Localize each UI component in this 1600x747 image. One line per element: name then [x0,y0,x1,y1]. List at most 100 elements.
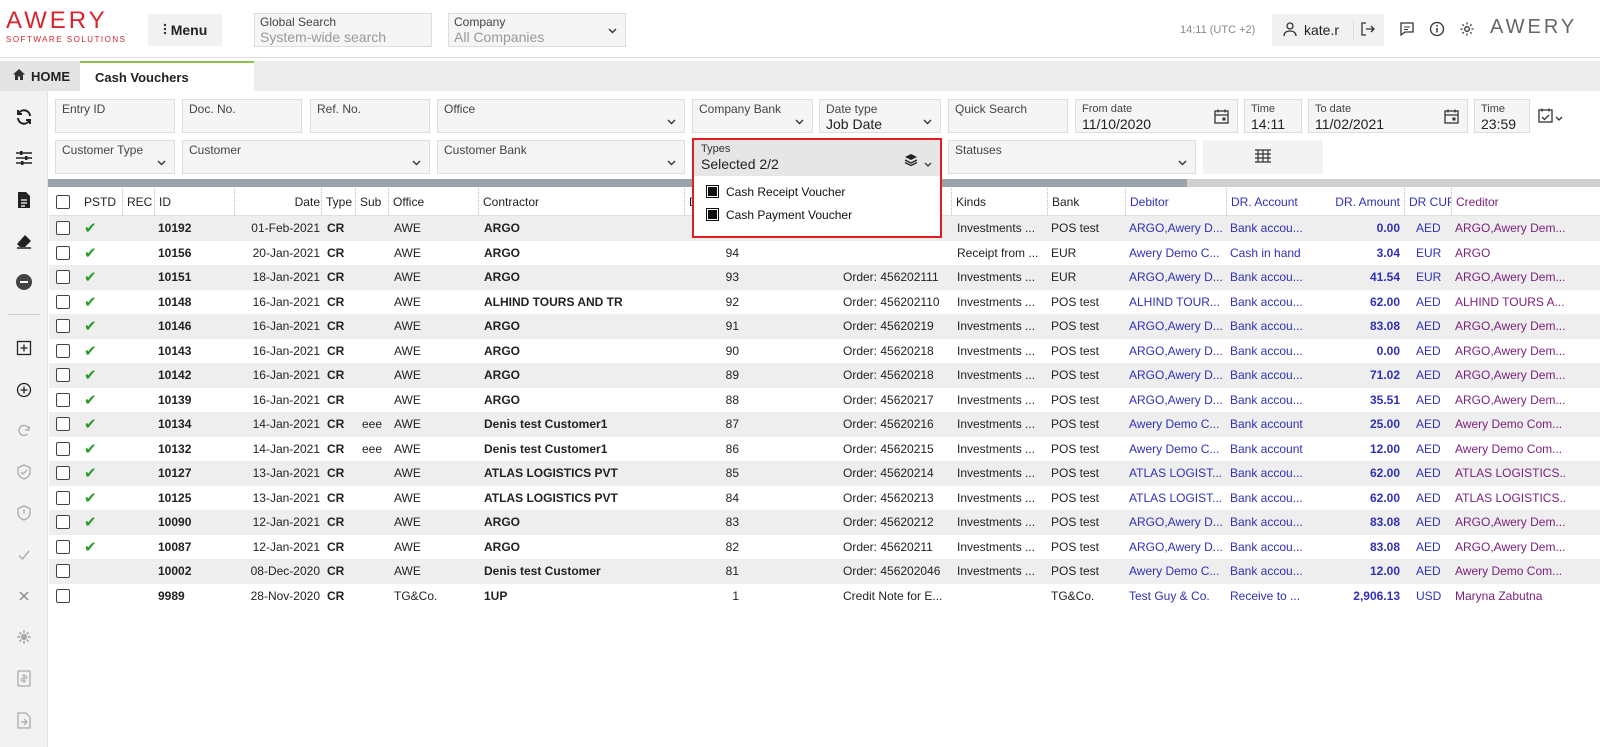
table-row[interactable]: ✔ 10142 16-Jan-2021 CR AWE ARGO 89 Order: 45620… [49,363,1600,388]
company-bank-select[interactable]: Company Bank [692,99,813,133]
shield-off-icon[interactable] [12,501,36,525]
from-time-input[interactable]: Time 14:11 [1244,99,1302,133]
add-circle-icon[interactable] [12,378,36,402]
minus-circle-icon[interactable] [12,270,36,294]
invoice-icon[interactable] [12,666,36,690]
close-icon[interactable] [12,584,36,608]
row-checkbox[interactable] [56,270,70,285]
row-checkbox[interactable] [56,441,70,456]
table-row[interactable]: ✔ 10139 16-Jan-2021 CR AWE ARGO 88 Order: 45620… [49,388,1600,413]
header-pstd[interactable]: PSTD [84,188,120,215]
gear-icon[interactable] [1456,18,1478,40]
row-checkbox[interactable] [56,245,70,260]
header-dr-account[interactable]: DR. Account [1226,188,1306,215]
row-checkbox[interactable] [56,515,70,530]
table-row[interactable]: ✔ 10156 20-Jan-2021 CR AWE ARGO 94 Receipt from… [49,241,1600,266]
types-dropdown[interactable]: Types Selected 2/2 Cash Receipt Voucher … [692,138,942,238]
to-date-input[interactable]: To date 11/02/2021 [1308,99,1468,133]
table-row[interactable]: ✔ 10134 14-Jan-2021 CR eee AWE Denis test Cust… [49,412,1600,437]
row-select-cell[interactable] [56,559,76,584]
menu-button[interactable]: Menu [148,14,222,46]
import-icon[interactable] [12,708,36,732]
row-select-cell[interactable] [56,584,76,609]
calendar-icon[interactable] [1444,109,1459,127]
from-date-input[interactable]: From date 11/10/2020 [1075,99,1238,133]
settings-icon[interactable] [12,625,36,649]
row-checkbox[interactable] [56,392,70,407]
header-creditor[interactable]: Creditor [1451,188,1563,215]
row-select-cell[interactable] [56,461,76,486]
header-sub[interactable]: Sub [355,188,388,215]
to-time-input[interactable]: Time 23:59 [1474,99,1530,133]
row-checkbox[interactable] [56,319,70,334]
header-id[interactable]: ID [154,188,234,215]
scrollbar-thumb[interactable] [48,179,1187,187]
row-select-cell[interactable] [56,412,76,437]
header-date[interactable]: Date [234,188,320,215]
row-select-cell[interactable] [56,314,76,339]
types-option-cash-receipt[interactable]: Cash Receipt Voucher [694,180,940,203]
header-dr-amount[interactable]: DR. Amount [1306,188,1400,215]
table-row[interactable]: 10002 08-Dec-2020 CR AWE Denis test Customer… [49,559,1600,584]
row-checkbox[interactable] [56,490,70,505]
chat-icon[interactable] [1396,18,1418,40]
row-select-cell[interactable] [56,241,76,266]
logout-icon[interactable] [1360,21,1376,40]
types-option-cash-payment[interactable]: Cash Payment Voucher [694,203,940,226]
customer-bank-select[interactable]: Customer Bank [437,140,685,174]
option-checkbox[interactable] [706,185,719,198]
calendar-check-dropdown[interactable] [1538,106,1568,128]
tab-home[interactable]: HOME [0,61,80,91]
header-contractor[interactable]: Contractor [478,188,684,215]
table-row[interactable]: ✔ 10090 12-Jan-2021 CR AWE ARGO 83 Order: 45620… [49,510,1600,535]
header-debitor[interactable]: Debitor [1125,188,1226,215]
option-checkbox[interactable] [706,208,719,221]
filter-sliders-icon[interactable] [12,146,36,170]
row-select-cell[interactable] [56,363,76,388]
row-checkbox[interactable] [56,588,70,603]
date-type-select[interactable]: Date type Job Date [819,99,941,133]
header-dr-cur[interactable]: DR CUR [1404,188,1451,215]
awery-logo[interactable]: AWERY SOFTWARE SOLUTIONS [6,8,127,45]
table-row[interactable]: 9989 28-Nov-2020 CR TG&Co. 1UP 1 Credit Note f… [49,584,1600,609]
refresh-icon[interactable] [12,105,36,129]
calendar-icon[interactable] [1214,109,1229,127]
row-checkbox[interactable] [56,466,70,481]
company-select[interactable]: Company All Companies [448,13,626,47]
header-office[interactable]: Office [388,188,478,215]
ref-no-input[interactable]: Ref. No. [310,99,430,133]
entry-id-input[interactable]: Entry ID [55,99,175,133]
customer-type-select[interactable]: Customer Type [55,140,175,174]
row-checkbox[interactable] [56,539,70,554]
quick-search-input[interactable]: Quick Search [948,99,1068,133]
info-icon[interactable] [1426,18,1448,40]
shield-check-icon[interactable] [12,460,36,484]
table-row[interactable]: ✔ 10151 18-Jan-2021 CR AWE ARGO 93 Order: 45620… [49,265,1600,290]
header-bank[interactable]: Bank [1047,188,1125,215]
row-select-cell[interactable] [56,388,76,413]
customer-select[interactable]: Customer [182,140,430,174]
header-type[interactable]: Type [321,188,355,215]
row-checkbox[interactable] [56,368,70,383]
table-row[interactable]: ✔ 10143 16-Jan-2021 CR AWE ARGO 90 Order: 45620… [49,339,1600,364]
table-row[interactable]: ✔ 10132 14-Jan-2021 CR eee AWE Denis test Cust… [49,437,1600,462]
row-select-cell[interactable] [56,535,76,560]
statuses-select[interactable]: Statuses [948,140,1196,174]
add-square-icon[interactable] [12,336,36,360]
row-checkbox[interactable] [56,221,70,236]
header-rec[interactable]: REC [122,188,154,215]
eraser-icon[interactable] [12,229,36,253]
user-menu[interactable]: kate.r [1272,14,1384,46]
column-settings-button[interactable] [1203,140,1323,174]
row-select-cell[interactable] [56,339,76,364]
redo-icon[interactable] [12,419,36,443]
row-select-cell[interactable] [56,510,76,535]
office-select[interactable]: Office [437,99,685,133]
row-select-cell[interactable] [56,265,76,290]
row-select-cell[interactable] [56,437,76,462]
select-all-checkbox[interactable] [56,194,70,209]
row-checkbox[interactable] [56,417,70,432]
row-checkbox[interactable] [56,294,70,309]
types-select[interactable]: Types Selected 2/2 [694,140,940,176]
row-checkbox[interactable] [56,564,70,579]
